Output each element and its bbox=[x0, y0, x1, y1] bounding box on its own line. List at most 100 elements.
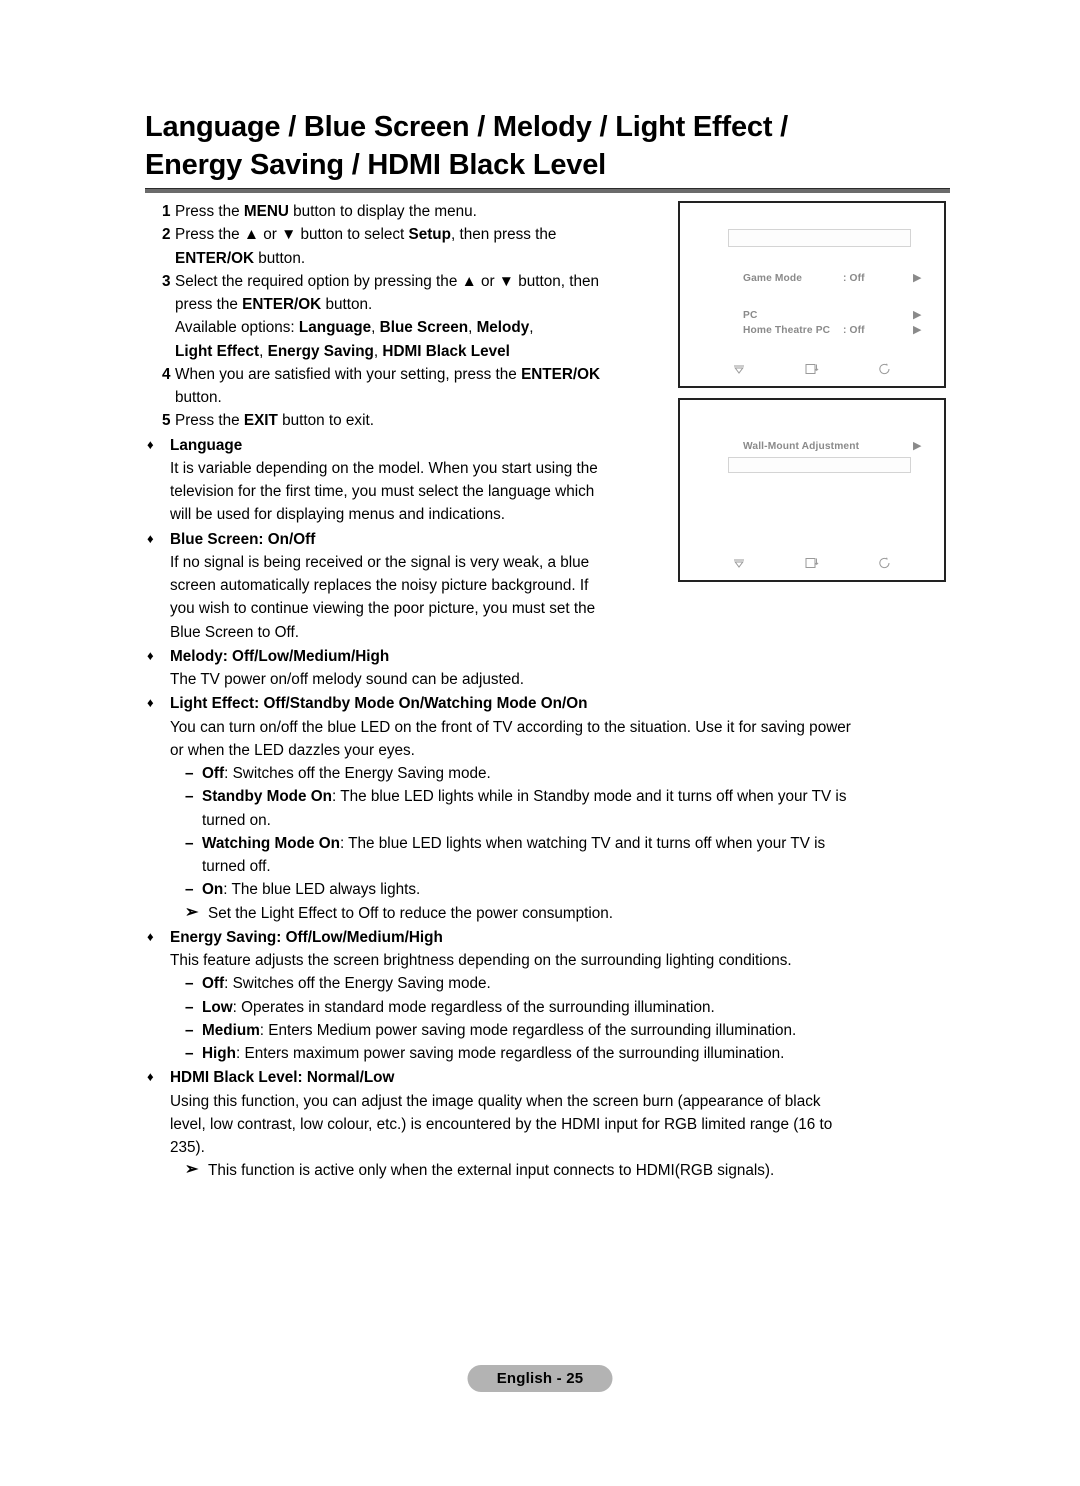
body-text: button. bbox=[321, 296, 373, 313]
body-text: , bbox=[468, 319, 477, 337]
diamond-bullet-icon: ♦ bbox=[147, 436, 154, 452]
osd-row-label: Home Theatre PC bbox=[743, 325, 831, 336]
chevron-right-icon: ▶ bbox=[913, 272, 922, 284]
option-heading: ♦ HDMI Black Level: Normal/Low bbox=[145, 1066, 955, 1089]
step-line: Available options: Language, Blue Screen… bbox=[175, 316, 675, 339]
emphasis-text: Setup bbox=[408, 226, 452, 244]
body-text: , bbox=[371, 319, 380, 337]
sub-option-name: Low bbox=[202, 998, 233, 1016]
dash-bullet-icon: – bbox=[185, 834, 194, 852]
body-text: Select the required option by pressing t… bbox=[175, 272, 600, 290]
sub-option-line: Watching Mode On: The blue LED lights wh… bbox=[202, 832, 955, 855]
page-title-line-2: Energy Saving / HDMI Black Level bbox=[145, 149, 606, 182]
sub-option-name: Medium bbox=[202, 1021, 260, 1039]
return-icon bbox=[877, 361, 893, 377]
page-title-line-1: Language / Blue Screen / Melody / Light … bbox=[145, 111, 788, 143]
description-line: If no signal is being received or the si… bbox=[170, 553, 590, 571]
emphasis-text: ENTER/OK bbox=[242, 296, 322, 313]
option-title-name: Language bbox=[170, 436, 243, 454]
osd-row-value: : Off bbox=[843, 273, 865, 284]
osd-row-label: PC bbox=[743, 310, 758, 321]
enter-icon bbox=[804, 555, 820, 571]
menu-highlight-bar bbox=[728, 457, 911, 473]
sub-option-text: Off: Switches off the Energy Saving mode… bbox=[202, 972, 955, 995]
sub-option-line: On: The blue LED always lights. bbox=[202, 878, 955, 901]
option-title-values: : On/Off bbox=[258, 530, 316, 548]
body-text: , bbox=[259, 342, 268, 360]
note-arrow-icon: ➢ bbox=[185, 1161, 199, 1179]
emphasis-text: Energy Saving bbox=[267, 342, 374, 360]
sub-option-line: Standby Mode On: The blue LED lights whi… bbox=[202, 785, 955, 808]
sub-option-continuation: turned off. bbox=[202, 858, 271, 875]
sub-option-description: This function is active only when the ex… bbox=[208, 1162, 775, 1180]
option-title-name: HDMI Black Level bbox=[170, 1069, 298, 1087]
sub-option-description: : Enters Medium power saving mode regard… bbox=[259, 1021, 797, 1039]
sub-option-item: – Off: Switches off the Energy Saving mod… bbox=[185, 762, 955, 785]
option-title-name: Melody bbox=[170, 647, 223, 665]
body-text: , then press the bbox=[451, 226, 557, 244]
option-section-light-effect: ♦ Light Effect: Off/Standby Mode On/Watch… bbox=[145, 692, 955, 925]
step-line: press the ENTER/OK button. bbox=[175, 293, 675, 316]
body-text: , bbox=[529, 319, 534, 337]
sub-option-item: – Off: Switches off the Energy Saving mod… bbox=[185, 972, 955, 995]
sub-option-description: : Operates in standard mode regardless o… bbox=[232, 998, 715, 1016]
sub-option-description: : The blue LED lights when watching TV a… bbox=[339, 834, 826, 852]
option-title: Energy Saving: Off/Low/Medium/High bbox=[170, 926, 955, 949]
sub-option-text: On: The blue LED always lights. bbox=[202, 878, 955, 901]
option-description: Using this function, you can adjust the … bbox=[170, 1090, 955, 1160]
body-text: button to display the menu. bbox=[288, 203, 477, 220]
step-text: When you are satisfied with your setting… bbox=[175, 363, 675, 410]
sub-option-description: : Switches off the Energy Saving mode. bbox=[224, 765, 491, 782]
option-description: If no signal is being received or the si… bbox=[170, 551, 642, 644]
description-line: This feature adjusts the screen brightne… bbox=[170, 952, 792, 969]
option-title-values: : Off/Low/Medium/High bbox=[276, 928, 443, 946]
step-line: Light Effect, Energy Saving, HDMI Black … bbox=[175, 340, 675, 363]
sub-option-text: Low: Operates in standard mode regardles… bbox=[202, 996, 955, 1019]
title-divider bbox=[145, 188, 950, 193]
dash-bullet-icon: – bbox=[185, 765, 194, 782]
sub-option-text: Off: Switches off the Energy Saving mode… bbox=[202, 762, 955, 785]
option-section-energy-saving: ♦ Energy Saving: Off/Low/Medium/High This … bbox=[145, 926, 955, 1066]
osd-row-label: Game Mode bbox=[743, 273, 803, 284]
option-title-values: : Off/Low/Medium/High bbox=[222, 647, 390, 665]
sub-option-description: : The blue LED always lights. bbox=[223, 881, 421, 899]
diamond-bullet-icon: ♦ bbox=[147, 530, 154, 546]
note-arrow-icon: ➢ bbox=[185, 903, 199, 921]
chevron-right-icon: ▶ bbox=[913, 324, 922, 336]
body-text: button. bbox=[254, 249, 306, 267]
description-line: The TV power on/off melody sound can be … bbox=[170, 671, 525, 688]
move-icon bbox=[731, 555, 747, 571]
option-title-name: Blue Screen bbox=[170, 530, 259, 548]
option-section-hdmi-black-level: ♦ HDMI Black Level: Normal/Low Using this … bbox=[145, 1066, 955, 1182]
emphasis-text: ENTER/OK bbox=[521, 365, 601, 383]
enter-icon bbox=[804, 361, 820, 377]
emphasis-text: Blue Screen bbox=[379, 319, 469, 337]
description-line: It is variable depending on the model. W… bbox=[170, 459, 598, 477]
option-title: HDMI Black Level: Normal/Low bbox=[170, 1066, 955, 1089]
sub-option-name: Off bbox=[202, 765, 225, 782]
sub-option-text: Medium: Enters Medium power saving mode … bbox=[202, 1019, 955, 1042]
description-line: television for the first time, you must … bbox=[170, 483, 595, 500]
osd-row-label: Wall-Mount Adjustment bbox=[743, 441, 860, 452]
body-text: When you are satisfied with your setting… bbox=[175, 365, 522, 383]
step-line: ENTER/OK button. bbox=[175, 247, 675, 270]
osd-row: Game Mode bbox=[743, 273, 802, 284]
diamond-bullet-icon: ♦ bbox=[147, 1069, 154, 1085]
note-item: ➢ Set the Light Effect to Off to reduce t… bbox=[185, 902, 955, 925]
option-title-name: Light Effect: Off/Standby Mode On/Watchi… bbox=[170, 695, 588, 713]
dash-bullet-icon: – bbox=[185, 975, 194, 993]
emphasis-text: EXIT bbox=[243, 412, 278, 430]
option-title: Light Effect: Off/Standby Mode On/Watchi… bbox=[170, 692, 955, 715]
sub-option-item: – Standby Mode On: The blue LED lights wh… bbox=[185, 785, 955, 832]
step-text: Press the MENU button to display the men… bbox=[175, 200, 675, 223]
sub-option-item: – On: The blue LED always lights. bbox=[185, 878, 955, 901]
sub-option-line: Off: Switches off the Energy Saving mode… bbox=[202, 972, 955, 995]
description-line: 235). bbox=[170, 1139, 205, 1156]
sub-option-name: High bbox=[202, 1045, 236, 1062]
osd-row: Wall-Mount Adjustment bbox=[743, 441, 859, 452]
document-page: Language / Blue Screen / Melody / Light … bbox=[0, 0, 1080, 1486]
body-text: Press the ▲ or ▼ button to select bbox=[175, 226, 409, 244]
description-line: level, low contrast, low colour, etc.) i… bbox=[170, 1115, 833, 1133]
description-line: you wish to continue viewing the poor pi… bbox=[170, 600, 596, 618]
sub-option-name: On bbox=[202, 881, 224, 899]
